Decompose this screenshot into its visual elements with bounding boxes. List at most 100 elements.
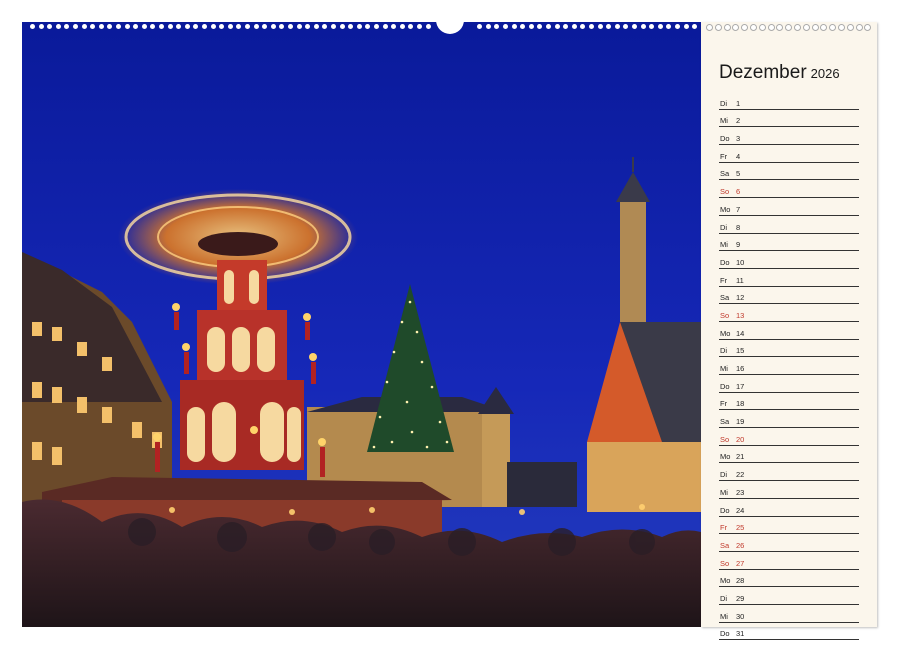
binding-hole [597, 24, 603, 29]
weekday-label: Di [720, 222, 728, 232]
weekday-label: Do [720, 381, 730, 391]
day-number: 11 [736, 275, 744, 285]
weekday-label: Sa [720, 540, 730, 550]
day-number: 21 [736, 452, 745, 462]
day-number: 23 [736, 487, 745, 497]
calendar-panel: Dezember 2026 Di 1 Mi 2 Do 3 Fr 4 Sa 5 So 6 Mo 7 Di 8 Mi 9… [701, 22, 877, 641]
weekday-label: So [720, 310, 730, 320]
day-number: 6 [736, 187, 741, 197]
day-row: Di 15 [719, 340, 859, 358]
weekday-label: Fr [720, 399, 728, 409]
binding-hole [855, 24, 863, 31]
weekday-label: Mi [720, 116, 728, 126]
weekday-label: So [720, 187, 730, 197]
day-row: Mo 28 [719, 570, 859, 588]
binding-hole [425, 24, 431, 29]
day-number: 22 [736, 470, 745, 480]
binding-hole [159, 24, 164, 29]
day-list: Di 1 Mi 2 Do 3 Fr 4 Sa 5 So 6 Mo 7 Di 8 Mi 9 Do 10 Fr 11 Sa 12 S… [719, 92, 859, 641]
weekday-label: Mi [720, 487, 728, 497]
binding-hole [571, 24, 577, 29]
day-number: 14 [736, 328, 745, 338]
day-number: 30 [736, 611, 745, 621]
binding-hole [227, 24, 233, 29]
day-row: Sa 5 [719, 163, 859, 181]
day-row: Fr 4 [719, 145, 859, 163]
binding-hole [589, 24, 594, 29]
binding-hole [758, 24, 766, 31]
day-number: 26 [736, 540, 745, 550]
binding-hole [382, 24, 388, 29]
binding-hole [399, 24, 405, 29]
binding-hole [657, 24, 663, 29]
day-row: Mi 23 [719, 481, 859, 499]
christmas-market-scene [22, 22, 701, 627]
day-row: Di 8 [719, 216, 859, 234]
binding-hole [614, 24, 620, 29]
weekday-label: So [720, 434, 730, 444]
day-row: Mi 30 [719, 605, 859, 623]
day-row: So 27 [719, 552, 859, 570]
weekday-label: Fr [720, 523, 728, 533]
day-number: 9 [736, 240, 741, 250]
binding-hole [270, 24, 276, 29]
weekday-label: Mi [720, 611, 728, 621]
day-row: So 6 [719, 180, 859, 199]
binding-hole [313, 24, 319, 29]
binding-hole [554, 24, 560, 29]
day-number: 28 [736, 576, 745, 586]
day-number: 7 [736, 204, 741, 214]
binding-hole [546, 24, 551, 29]
day-number: 2 [736, 116, 741, 126]
binding-hole [331, 24, 336, 29]
day-number: 19 [736, 417, 745, 427]
binding-hole [30, 24, 35, 29]
binding-hole [141, 24, 147, 29]
weekday-label: Di [720, 98, 728, 108]
day-row: Mi 16 [719, 357, 859, 375]
weekday-label: Do [720, 505, 730, 515]
day-row: Sa 12 [719, 287, 859, 305]
binding-hole [245, 24, 250, 29]
day-row: Mi 2 [719, 110, 859, 128]
day-number: 18 [736, 399, 745, 409]
day-number: 20 [736, 434, 745, 444]
month-title: Dezember 2026 [719, 62, 840, 84]
binding-hole [485, 24, 491, 29]
binding-hole [528, 24, 534, 29]
weekday-label: Fr [720, 275, 728, 285]
binding-hole [503, 24, 508, 29]
binding-hole [723, 24, 731, 31]
day-row: Di 22 [719, 463, 859, 482]
binding-hole [802, 24, 810, 31]
binding-hole [98, 24, 104, 29]
day-row: Di 29 [719, 587, 859, 605]
binding-hole [356, 24, 362, 29]
binding-hole [38, 24, 44, 29]
binding-hole [116, 24, 121, 29]
binding-hole [55, 24, 61, 29]
day-number: 25 [736, 523, 745, 533]
day-row: Fr 18 [719, 393, 859, 411]
binding-hole [73, 24, 78, 29]
binding-hole [296, 24, 302, 29]
day-row: Mi 9 [719, 234, 859, 252]
binding-hole [167, 24, 173, 29]
day-number: 31 [736, 629, 745, 639]
binding-hole [339, 24, 345, 29]
binding-hole [288, 24, 293, 29]
weekday-label: Sa [720, 417, 730, 427]
day-row: Di 1 [719, 92, 859, 110]
year-label: 2026 [810, 66, 840, 81]
binding-hole [846, 24, 854, 31]
binding-hole [124, 24, 130, 29]
binding-hole [632, 24, 637, 29]
day-number: 15 [736, 346, 745, 356]
weekday-label: Do [720, 629, 730, 639]
day-row: Mo 14 [719, 322, 859, 340]
weekday-label: So [720, 558, 730, 568]
binding-hole [511, 24, 517, 29]
day-row: Sa 26 [719, 534, 859, 552]
month-name: Dezember [719, 62, 807, 83]
binding-hole [714, 24, 722, 31]
